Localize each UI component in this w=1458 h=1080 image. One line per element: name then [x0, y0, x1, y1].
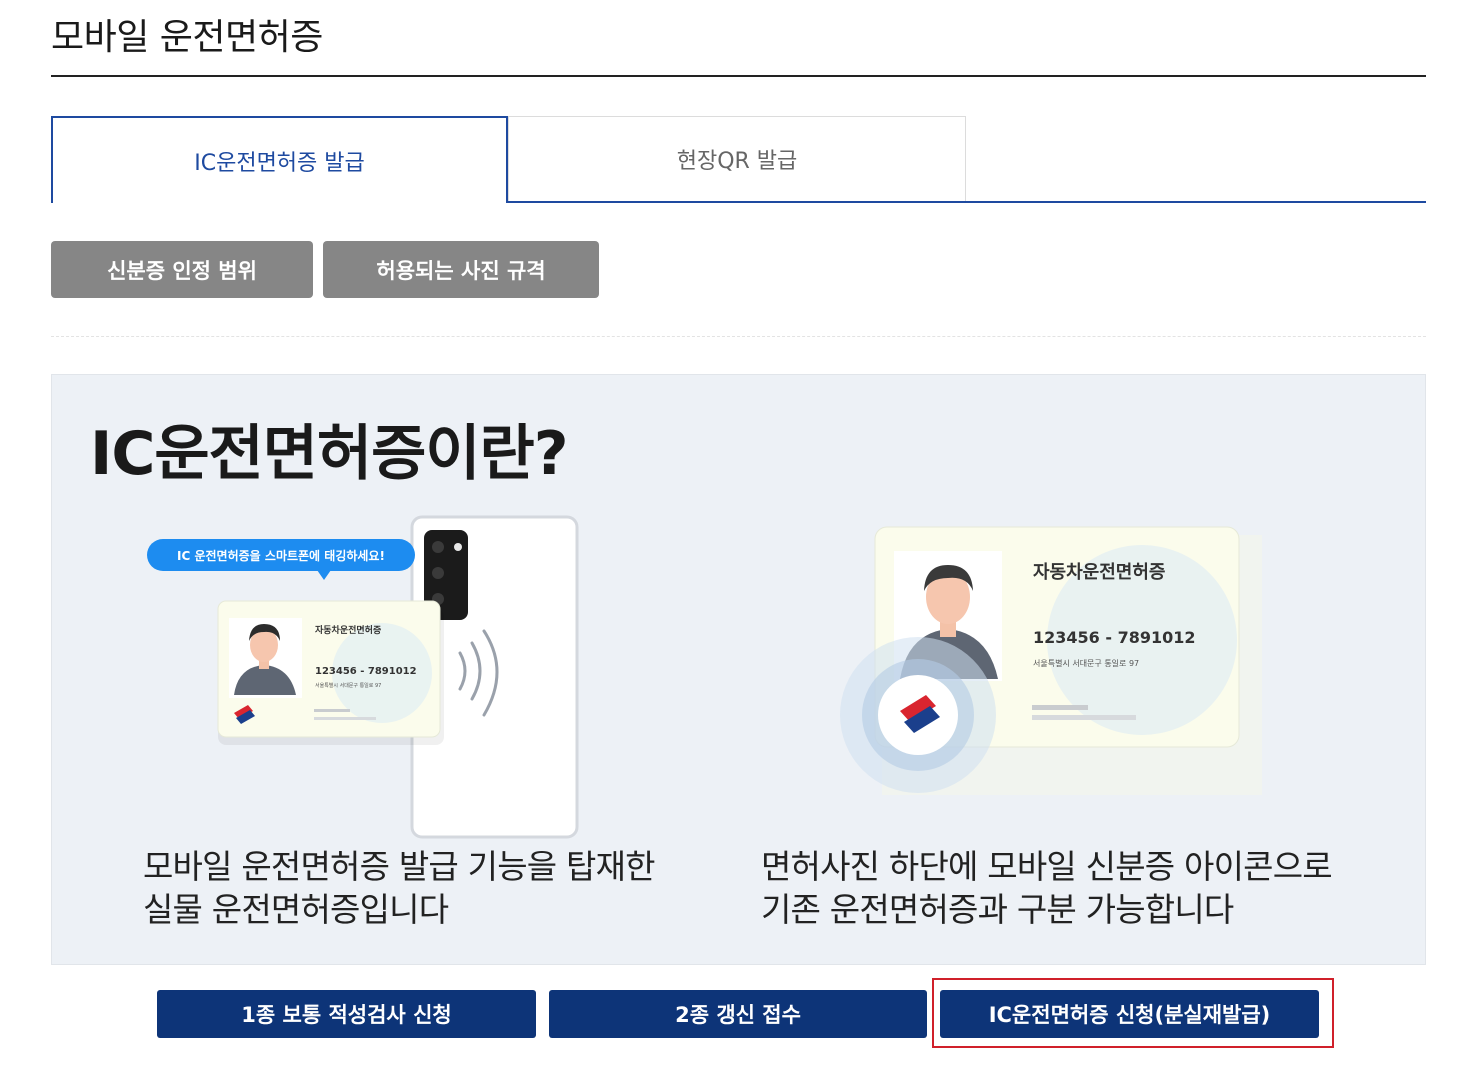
intro-right-line2: 기존 운전면허증과 구분 가능합니다	[761, 890, 1234, 929]
license-card-small: 자동차운전면허증 123456 - 7891012 서울특별시 서대문구 통일로…	[217, 600, 444, 745]
tab-ic-license[interactable]: IC운전면허증 발급	[51, 116, 508, 203]
section-divider	[51, 336, 1426, 337]
photo-spec-button[interactable]: 허용되는 사진 규격	[323, 241, 599, 298]
intro-description-left: 모바일 운전면허증 발급 기능을 탑재한 실물 운전면허증입니다	[143, 845, 656, 931]
intro-left-line2: 실물 운전면허증입니다	[143, 890, 449, 929]
tag-bubble-text: IC 운전면허증을 스마트폰에 태깅하세요!	[177, 548, 385, 563]
intro-heading: IC운전면허증이란?	[90, 419, 569, 489]
intro-right-line1: 면허사진 하단에 모바일 신분증 아이콘으로	[761, 847, 1333, 886]
intro-left-line1: 모바일 운전면허증 발급 기능을 탑재한	[143, 847, 656, 886]
card-small-address: 서울특별시 서대문구 통일로 97	[315, 682, 381, 689]
card-large-address: 서울특별시 서대문구 통일로 97	[1033, 658, 1139, 668]
card-small-title: 자동차운전면허증	[315, 624, 381, 636]
title-divider	[51, 75, 1426, 77]
ic-license-apply-button[interactable]: IC운전면허증 신청(분실재발급)	[940, 990, 1319, 1038]
mobile-id-icon-large	[840, 637, 996, 793]
tab-bar: IC운전면허증 발급 현장QR 발급	[51, 116, 1426, 203]
aptitude-test-button[interactable]: 1종 보통 적성검사 신청	[157, 990, 536, 1038]
tab-baseline	[508, 201, 1426, 203]
card-large-number: 123456 - 7891012	[1033, 628, 1196, 647]
page-title: 모바일 운전면허증	[51, 17, 323, 58]
tab-onsite-qr[interactable]: 현장QR 발급	[508, 116, 966, 201]
card-small-number: 123456 - 7891012	[315, 666, 417, 677]
license-card-large: 자동차운전면허증 123456 - 7891012 서울특별시 서대문구 통일로…	[840, 526, 1262, 795]
id-scope-button[interactable]: 신분증 인정 범위	[51, 241, 313, 298]
renewal-button[interactable]: 2종 갱신 접수	[549, 990, 927, 1038]
tag-bubble: IC 운전면허증을 스마트폰에 태깅하세요!	[147, 539, 415, 580]
card-large-title: 자동차운전면허증	[1033, 562, 1165, 583]
intro-panel: IC 운전면허증을 스마트폰에 태깅하세요! 자동차운전면허증 123456 -…	[51, 374, 1426, 965]
intro-description-right: 면허사진 하단에 모바일 신분증 아이콘으로 기존 운전면허증과 구분 가능합니…	[761, 845, 1333, 931]
